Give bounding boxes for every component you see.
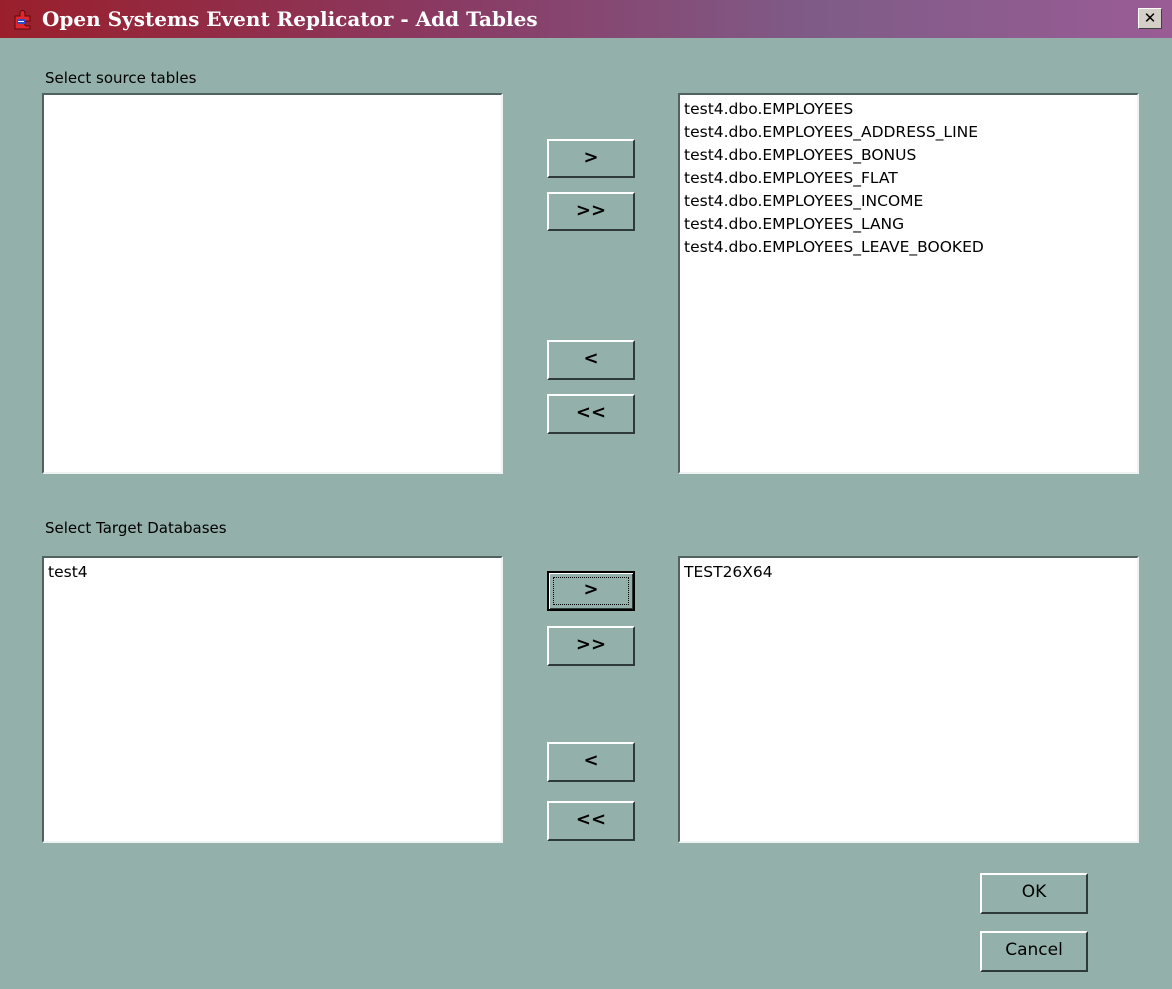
- remove-source-table-button[interactable]: <: [547, 340, 635, 380]
- title-bar[interactable]: Open Systems Event Replicator - Add Tabl…: [0, 0, 1172, 38]
- window-title: Open Systems Event Replicator - Add Tabl…: [42, 7, 538, 31]
- remove-target-database-button[interactable]: <: [547, 742, 635, 782]
- add-all-source-tables-button[interactable]: >>: [547, 192, 635, 231]
- source-tables-selected-list[interactable]: test4.dbo.EMPLOYEES test4.dbo.EMPLOYEES_A…: [678, 93, 1139, 474]
- target-databases-label: Select Target Databases: [45, 519, 227, 537]
- add-target-database-button[interactable]: >: [547, 571, 635, 611]
- close-icon[interactable]: ✕: [1138, 8, 1162, 29]
- list-item[interactable]: TEST26X64: [684, 561, 1133, 584]
- list-item[interactable]: test4.dbo.EMPLOYEES: [684, 98, 1133, 121]
- list-item[interactable]: test4.dbo.EMPLOYEES_FLAT: [684, 167, 1133, 190]
- remove-all-target-databases-button[interactable]: <<: [547, 801, 635, 841]
- add-tables-dialog: Open Systems Event Replicator - Add Tabl…: [0, 0, 1172, 989]
- list-item[interactable]: test4.dbo.EMPLOYEES_LEAVE_BOOKED: [684, 236, 1133, 259]
- target-databases-available-list[interactable]: test4: [42, 556, 503, 843]
- list-item[interactable]: test4.dbo.EMPLOYEES_ADDRESS_LINE: [684, 121, 1133, 144]
- source-tables-available-list[interactable]: [42, 93, 503, 474]
- ok-button[interactable]: OK: [980, 873, 1088, 914]
- list-item[interactable]: test4: [48, 561, 497, 584]
- target-databases-selected-list[interactable]: TEST26X64: [678, 556, 1139, 843]
- list-item[interactable]: test4.dbo.EMPLOYEES_BONUS: [684, 144, 1133, 167]
- list-item[interactable]: test4.dbo.EMPLOYEES_LANG: [684, 213, 1133, 236]
- puzzle-app-icon: [14, 10, 31, 30]
- add-source-table-button[interactable]: >: [547, 139, 635, 178]
- list-item[interactable]: test4.dbo.EMPLOYEES_INCOME: [684, 190, 1133, 213]
- source-tables-label: Select source tables: [45, 69, 197, 87]
- cancel-button[interactable]: Cancel: [980, 931, 1088, 972]
- add-all-target-databases-button[interactable]: >>: [547, 626, 635, 666]
- remove-all-source-tables-button[interactable]: <<: [547, 394, 635, 434]
